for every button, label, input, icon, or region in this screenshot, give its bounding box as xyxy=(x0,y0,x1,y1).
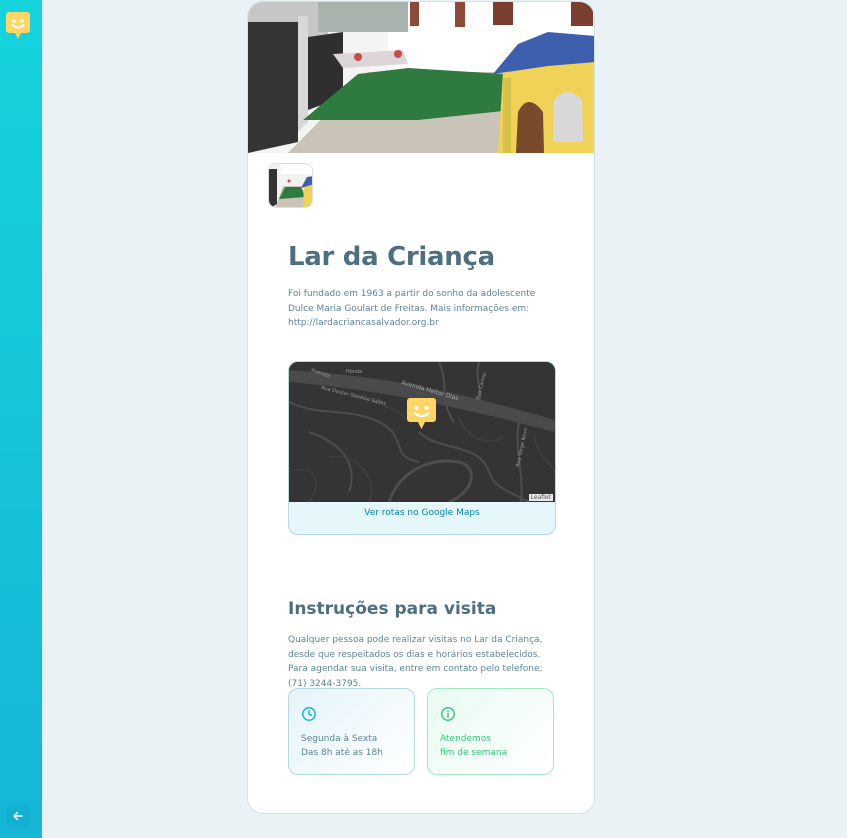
hours-time: Das 8h até as 18h xyxy=(301,748,383,758)
gallery-thumbnail[interactable] xyxy=(268,163,313,208)
arrow-left-icon xyxy=(13,811,23,821)
orphanage-details-card: Lar da Criança Foi fundado em 1963 a par… xyxy=(247,1,595,814)
map-attribution[interactable]: Leaflet xyxy=(528,494,553,501)
place-description: Foi fundado em 1963 a partir do sonho da… xyxy=(288,289,536,328)
page-title: Lar da Criança xyxy=(288,242,495,272)
weekend-text-1: Atendemos xyxy=(440,734,491,744)
weekend-text-2: fim de semana xyxy=(440,748,508,758)
sidebar xyxy=(0,0,42,838)
hero-image xyxy=(248,2,594,153)
map-container: Avenida Honda Avenida Heitor Dias Rua Do… xyxy=(288,361,556,535)
opening-hours-card: Segunda à Sexta Das 8h até as 18h xyxy=(288,688,415,775)
info-icon xyxy=(441,707,455,721)
street-label: Honda xyxy=(346,369,362,375)
weekend-card: Atendemos fim de semana xyxy=(427,688,554,775)
back-button[interactable] xyxy=(6,804,30,828)
visit-section-title: Instruções para visita xyxy=(288,599,497,619)
map[interactable]: Avenida Honda Avenida Heitor Dias Rua Do… xyxy=(289,362,555,502)
happy-marker-logo-icon[interactable] xyxy=(6,12,30,40)
visit-instructions: Qualquer pessoa pode realizar visitas no… xyxy=(288,635,543,689)
directions-link[interactable]: Ver rotas no Google Maps xyxy=(289,508,555,518)
hours-days: Segunda à Sexta xyxy=(301,734,378,744)
clock-icon xyxy=(302,707,316,721)
